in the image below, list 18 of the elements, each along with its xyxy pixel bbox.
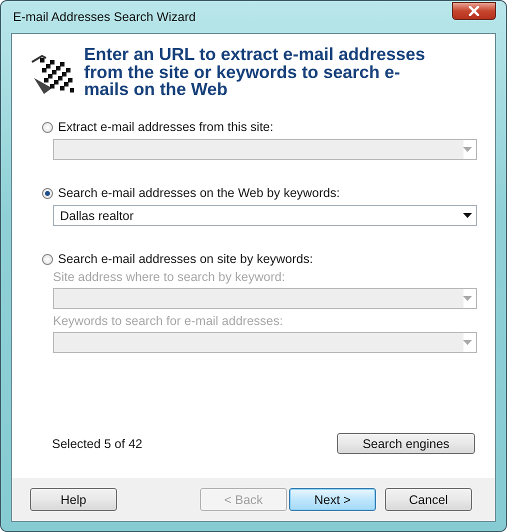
radio-label[interactable]: Search e-mail addresses on site by keywords: bbox=[58, 252, 313, 266]
radio-button[interactable] bbox=[42, 122, 53, 132]
radio-button[interactable] bbox=[42, 254, 53, 264]
selection-count: Selected 5 of 42 bbox=[52, 436, 142, 450]
radio-label[interactable]: Extract e-mail addresses from this site: bbox=[58, 120, 274, 134]
window-title: E-mail Addresses Search Wizard bbox=[12, 10, 196, 24]
close-button[interactable] bbox=[452, 2, 496, 20]
dialog-button[interactable]: Help bbox=[30, 488, 117, 511]
combo-box[interactable]: Dallas realtor bbox=[53, 205, 477, 226]
radio-label[interactable]: Search e-mail addresses on the Web by keywords: bbox=[58, 186, 340, 200]
header-text: Enter an URL to extract e-mail addresses from the site or keywords to search e-mails on the Web bbox=[84, 46, 426, 98]
dialog-button[interactable]: Cancel bbox=[385, 488, 472, 511]
radio-button[interactable] bbox=[42, 188, 53, 198]
close-icon bbox=[467, 6, 481, 16]
search-engines-button[interactable]: Search engines bbox=[337, 433, 475, 454]
field-label: Keywords to search for e-mail addresses: bbox=[53, 313, 284, 329]
field-label: Site address where to search by keyword: bbox=[53, 269, 286, 285]
dialog-button[interactable]: Next > bbox=[289, 488, 376, 511]
